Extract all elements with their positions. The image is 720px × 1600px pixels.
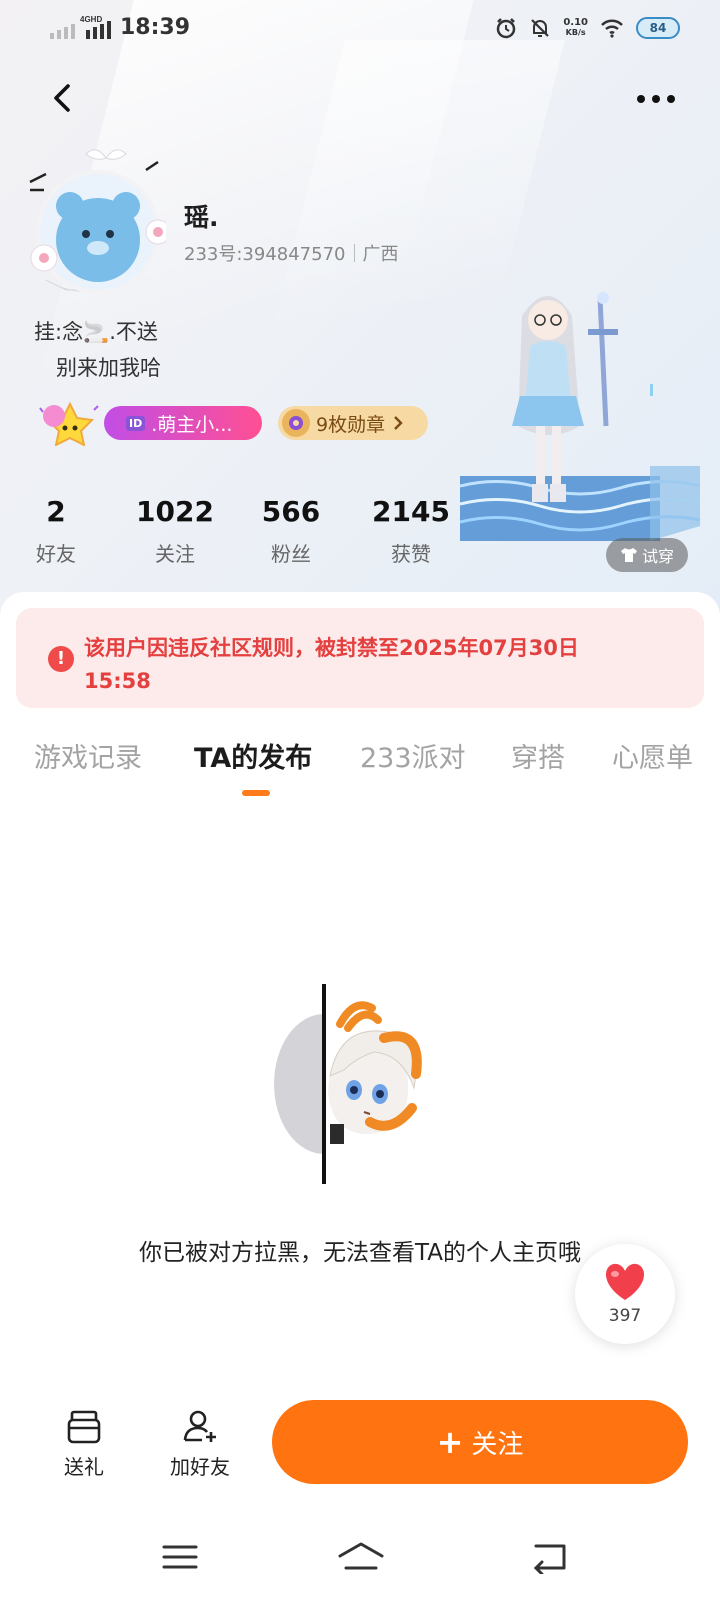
warning-icon: !: [48, 646, 74, 672]
gift-button[interactable]: 送礼: [56, 1406, 112, 1480]
signal-icon: 4GHD: [50, 16, 111, 39]
add-friend-icon: [183, 1410, 216, 1442]
tab-ta-posts[interactable]: TA的发布: [194, 736, 312, 775]
follow-button[interactable]: + 关注: [272, 1400, 688, 1484]
tab-233-party[interactable]: 233派对: [360, 736, 466, 775]
signature-line-2: 别来加我哈: [56, 356, 161, 380]
network-speed: 0.10 KB/s: [563, 17, 588, 38]
gift-icon: [67, 1410, 101, 1444]
add-friend-label: 加好友: [170, 1455, 230, 1479]
title-badge-text: .萌主小...: [151, 413, 233, 436]
follow-label: 关注: [471, 1429, 524, 1460]
add-friend-button[interactable]: 加好友: [164, 1406, 236, 1480]
like-button[interactable]: 397: [575, 1244, 675, 1344]
nav-home-icon[interactable]: [336, 1540, 386, 1574]
try-on-label: 试穿: [641, 547, 674, 566]
user-region: 广西: [362, 244, 399, 265]
active-tab-indicator: [242, 790, 270, 796]
user-id: 233号:394847570: [184, 244, 346, 265]
peeking-girl-illustration: [274, 984, 422, 1184]
id-tag: ID: [126, 415, 146, 431]
clock: 18:39: [120, 15, 191, 40]
heart-icon: [606, 1263, 644, 1300]
title-badge[interactable]: ID .萌主小...: [104, 406, 262, 440]
medal-badge-button[interactable]: 9枚勋章: [278, 406, 428, 440]
more-options-button[interactable]: [636, 94, 676, 104]
tab-game-records[interactable]: 游戏记录: [34, 736, 142, 775]
battery-indicator: 84: [636, 17, 680, 39]
character-avatar[interactable]: [460, 276, 700, 556]
mute-bell-icon: [531, 19, 550, 37]
nickname: 瑶.: [184, 203, 219, 232]
wifi-icon: [601, 19, 623, 38]
status-bar: 4GHD 18:39 0.10 KB/s 84: [0, 0, 720, 56]
gift-label: 送礼: [64, 1455, 104, 1479]
back-button[interactable]: [46, 80, 82, 116]
tab-outfits[interactable]: 穿搭: [511, 736, 565, 775]
star-badge-icon[interactable]: [34, 400, 106, 446]
stat-following[interactable]: 1022 关注: [130, 496, 220, 567]
signature-line-1: 挂:念🚬.不送: [34, 320, 158, 344]
stat-fans[interactable]: 566 粉丝: [254, 496, 328, 567]
tab-wishlist[interactable]: 心愿单: [612, 736, 693, 775]
medal-icon: [282, 409, 310, 437]
ban-notice-text: 该用户因违反社区规则，被封禁至2025年07月30日 15:58: [84, 636, 579, 693]
user-id-line: 233号:394847570 广西: [184, 240, 399, 266]
chevron-right-icon: [394, 416, 403, 430]
medal-text: 9枚勋章: [316, 413, 386, 436]
network-label: 4GHD: [80, 16, 102, 24]
alarm-icon: [497, 18, 516, 39]
plus-icon: +: [436, 1423, 464, 1461]
nav-menu-icon[interactable]: [158, 1540, 202, 1574]
nav-back-icon[interactable]: [528, 1540, 572, 1574]
stat-likes-received[interactable]: 2145 获赞: [366, 496, 456, 567]
like-count: 397: [608, 1306, 642, 1326]
stat-friends[interactable]: 2 好友: [30, 496, 82, 567]
shirt-icon: [620, 548, 637, 562]
avatar[interactable]: [26, 140, 166, 300]
try-on-button[interactable]: 试穿: [606, 538, 688, 572]
